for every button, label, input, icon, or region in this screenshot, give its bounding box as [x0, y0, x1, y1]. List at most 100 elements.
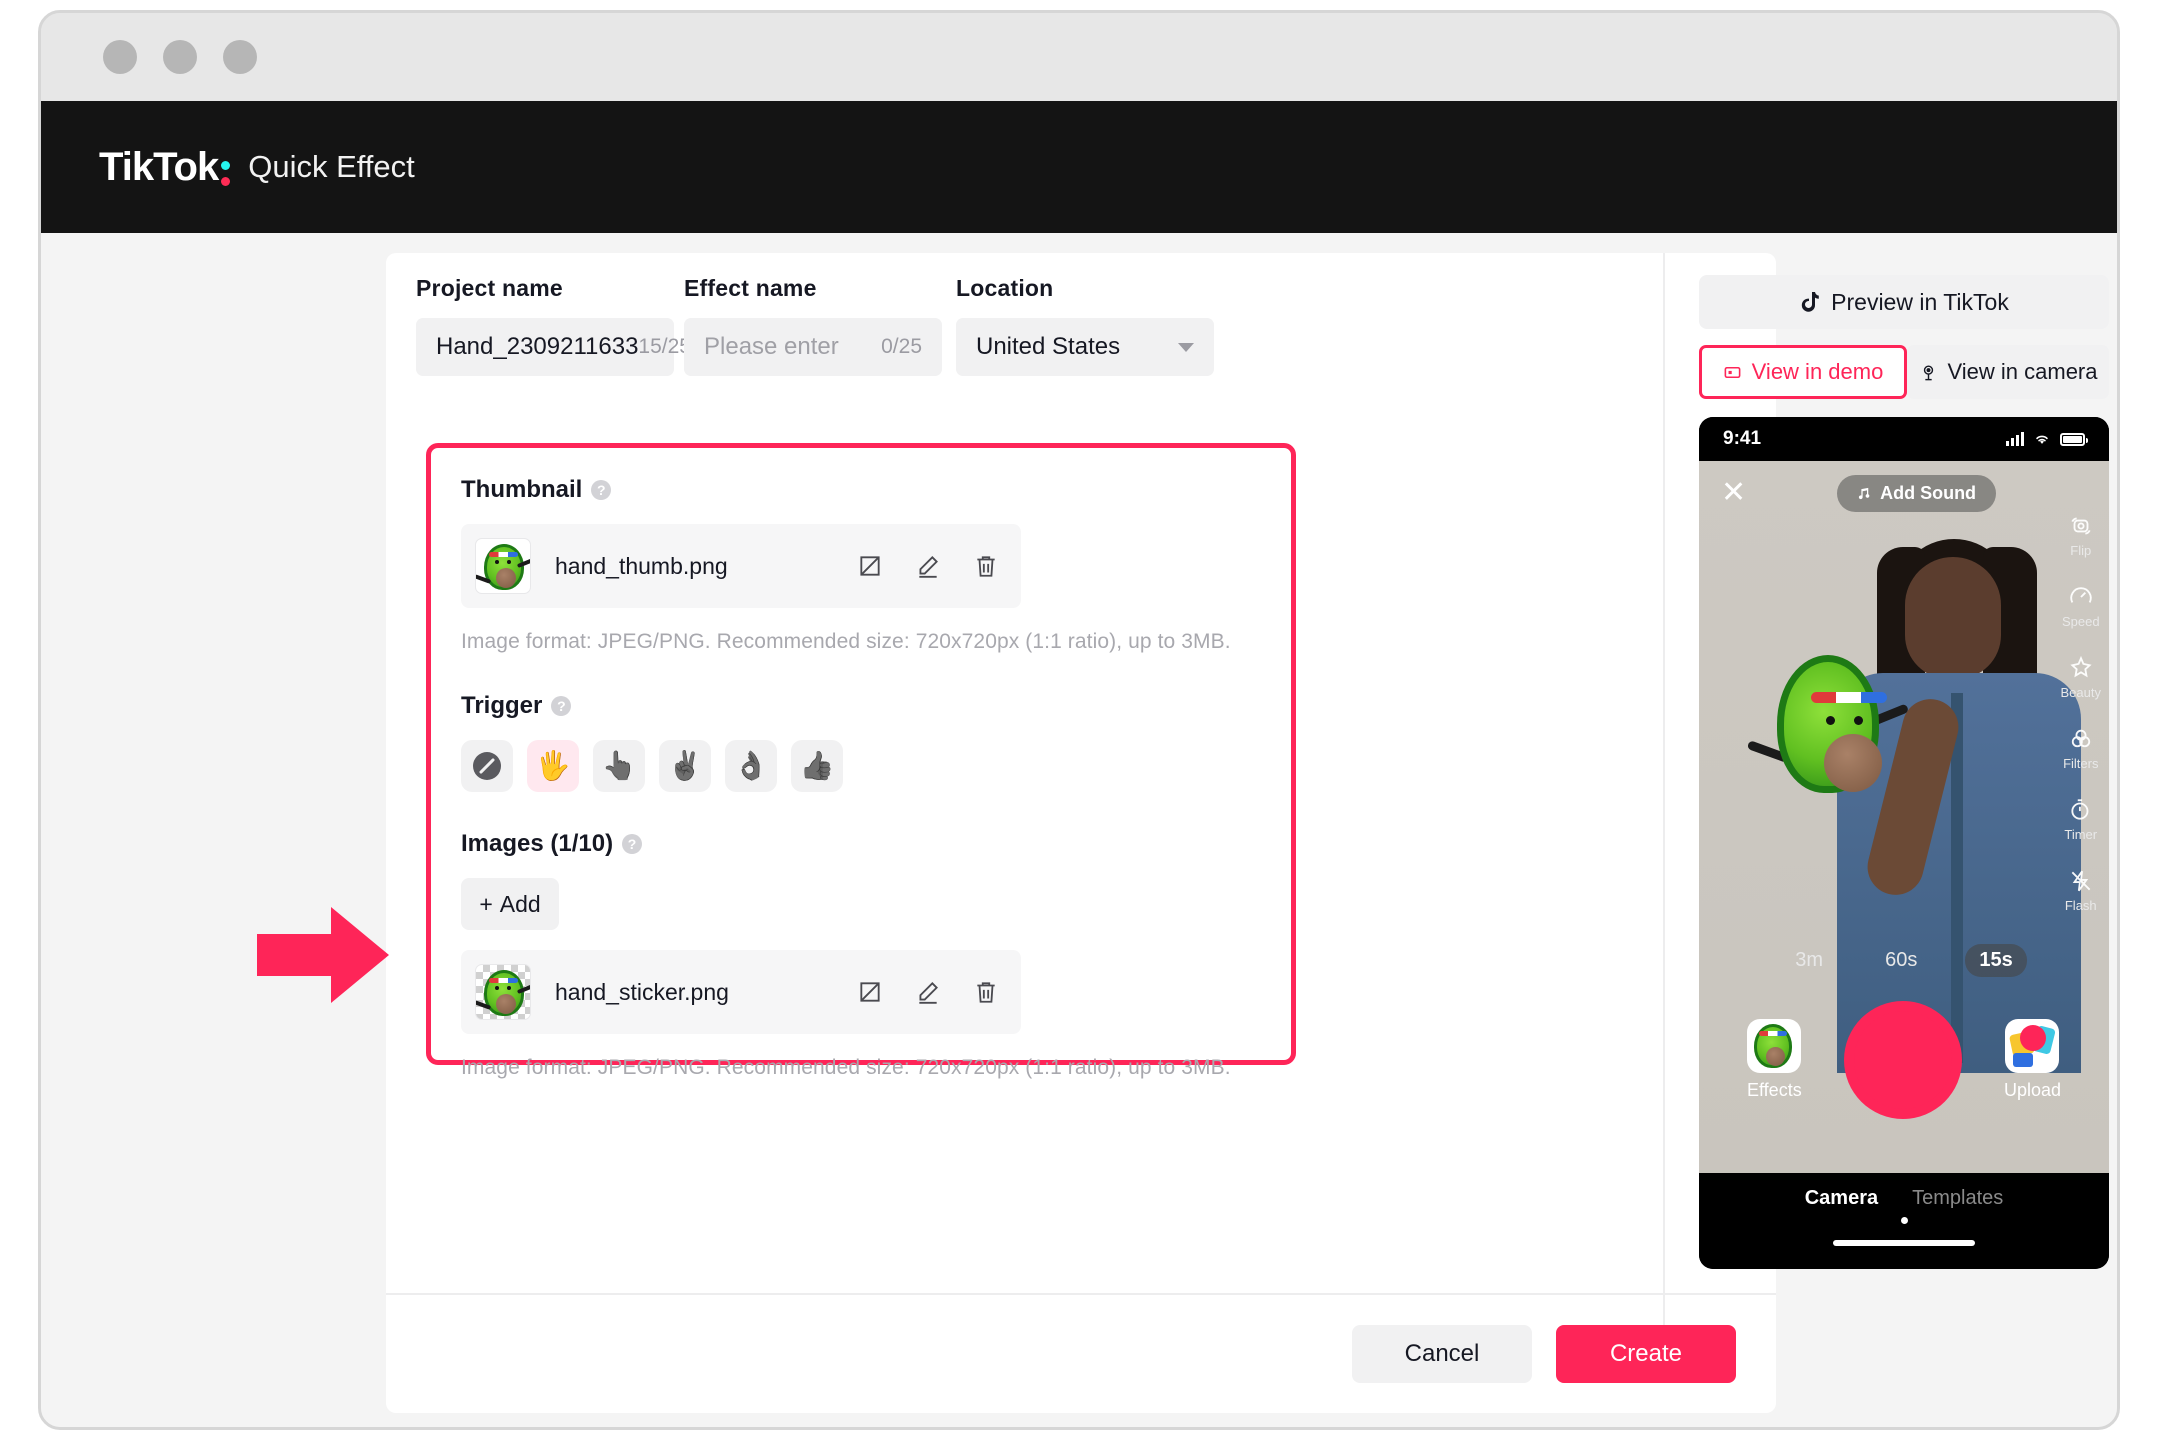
tiktok-note-icon: [1801, 292, 1819, 312]
tab-view-in-camera[interactable]: View in camera: [1907, 345, 2109, 399]
effect-name-input[interactable]: Please enter 0/25: [684, 318, 942, 376]
avocado-eye-left: [1826, 716, 1835, 725]
browser-window: TikTok Quick Effect Project name Hand_23…: [38, 10, 2120, 1430]
location-select[interactable]: United States: [956, 318, 1214, 376]
music-note-icon: [1858, 487, 1870, 499]
browser-titlebar: [41, 13, 2117, 101]
help-icon[interactable]: ?: [591, 480, 612, 500]
project-name-label: Project name: [416, 275, 563, 301]
edit-icon[interactable]: [915, 979, 941, 1005]
preview-in-tiktok-button[interactable]: Preview in TikTok: [1699, 275, 2109, 329]
window-maximize-button[interactable]: [223, 40, 257, 74]
bottom-tab-templates[interactable]: Templates: [1912, 1187, 2003, 1210]
avocado-body: [1777, 655, 1887, 793]
camera-viewfinder: ✕ Add Sound Flip Speed Beauty Filters Ti…: [1699, 461, 2109, 1173]
duration-option-3m[interactable]: 3m: [1781, 944, 1837, 977]
create-button[interactable]: Create: [1556, 1325, 1736, 1383]
thumbnail-preview-image: [475, 538, 531, 594]
flip-camera-icon: [2071, 517, 2091, 535]
cancel-button[interactable]: Cancel: [1352, 1325, 1532, 1383]
tool-beauty[interactable]: Beauty: [2061, 655, 2101, 700]
camera-controls: Effects Upload: [1699, 1001, 2109, 1119]
tool-filters[interactable]: Filters: [2063, 726, 2098, 771]
trigger-title: Trigger: [461, 692, 543, 719]
upload-button[interactable]: Upload: [2004, 1019, 2061, 1101]
edit-icon[interactable]: [915, 553, 941, 579]
camera-top-bar: ✕ Add Sound: [1699, 461, 2109, 525]
thumbnail-format-note: Image format: JPEG/PNG. Recommended size…: [461, 630, 1231, 653]
trigger-option-open-palm[interactable]: 🖐: [527, 740, 579, 792]
delete-icon[interactable]: [973, 553, 999, 579]
image-preview-thumbnail: [475, 964, 531, 1020]
effect-name-placeholder: Please enter: [704, 333, 839, 360]
tab-view-in-camera-label: View in camera: [1947, 359, 2098, 384]
phone-preview: 9:41 ✕ Add Sound Flip Speed Beauty Filte…: [1699, 417, 2109, 1269]
add-sound-button[interactable]: Add Sound: [1837, 474, 1997, 512]
trigger-option-none[interactable]: [461, 740, 513, 792]
window-close-button[interactable]: [103, 40, 137, 74]
app-subtitle: Quick Effect: [248, 149, 415, 184]
help-icon[interactable]: ?: [551, 696, 572, 716]
trigger-option-point-up[interactable]: 👆: [593, 740, 645, 792]
open-palm-icon: 🖐: [535, 750, 571, 781]
project-name-input[interactable]: Hand_2309211633 15/25: [416, 318, 691, 376]
camera-tools-sidebar: Flip Speed Beauty Filters Timer Flash: [2061, 513, 2101, 913]
duration-option-60s[interactable]: 60s: [1871, 944, 1931, 977]
effect-editor-card: Project name Hand_2309211633 15/25 Effec…: [386, 253, 2109, 1413]
tab-view-in-demo[interactable]: View in demo: [1699, 345, 1907, 399]
tool-flip[interactable]: Flip: [2068, 513, 2094, 558]
image-row-actions: [857, 979, 999, 1005]
trigger-option-thumbs-up[interactable]: 👍: [791, 740, 843, 792]
battery-icon: [2060, 432, 2088, 446]
project-name-group: Project name Hand_2309211633 15/25: [416, 275, 691, 376]
upload-art: [2009, 1025, 2057, 1067]
phone-bottom-tabs: Camera Templates: [1805, 1187, 2004, 1210]
duration-option-15s[interactable]: 15s: [1965, 944, 2027, 977]
avocado-eye-right: [1854, 716, 1863, 725]
add-sound-label: Add Sound: [1880, 482, 1977, 503]
thumbnail-file-row: hand_thumb.png: [461, 524, 1021, 608]
no-trigger-icon: [473, 752, 501, 780]
phone-status-bar: 9:41: [1699, 417, 2109, 461]
trigger-block: Trigger ? 🖐 👆 ✌ 👌 👍: [461, 692, 1271, 792]
trigger-option-victory[interactable]: ✌: [659, 740, 711, 792]
trigger-option-ok-sign[interactable]: 👌: [725, 740, 777, 792]
record-shutter-button[interactable]: [1843, 1001, 1962, 1119]
avocado-ar-sticker: [1746, 649, 1910, 799]
tool-speed[interactable]: Speed: [2062, 584, 2100, 629]
delete-icon[interactable]: [973, 979, 999, 1005]
tool-timer[interactable]: Timer: [2064, 797, 2097, 842]
person-head: [1905, 557, 2001, 679]
help-icon[interactable]: ?: [622, 834, 643, 854]
view-mode-toggle: View in demo View in camera: [1699, 345, 2109, 399]
crop-icon[interactable]: [857, 979, 883, 1005]
app-header: TikTok Quick Effect: [41, 101, 2117, 233]
add-image-label: Add: [499, 890, 541, 917]
add-image-button[interactable]: + Add: [461, 878, 559, 930]
thumbnail-title: Thumbnail: [461, 476, 583, 503]
tiktok-logo-text: TikTok: [99, 144, 219, 189]
crop-icon[interactable]: [857, 553, 883, 579]
window-minimize-button[interactable]: [163, 40, 197, 74]
upload-label: Upload: [2003, 1080, 2061, 1100]
images-title: Images (1/10): [461, 830, 614, 857]
location-value: United States: [976, 333, 1121, 360]
preview-in-tiktok-label: Preview in TikTok: [1831, 288, 2009, 315]
cellular-signal-icon: [2006, 432, 2024, 446]
tool-speed-label: Speed: [2061, 614, 2100, 629]
avocado-pit: [1824, 734, 1882, 792]
card-footer: Cancel Create: [386, 1293, 1776, 1413]
image-file-name: hand_sticker.png: [555, 978, 729, 1005]
effects-button[interactable]: Effects: [1747, 1019, 1802, 1101]
active-tab-indicator-dot: [1900, 1217, 1908, 1224]
thumbnail-file-name: hand_thumb.png: [555, 552, 728, 579]
upload-thumbnail: [2005, 1019, 2060, 1073]
close-icon[interactable]: ✕: [1721, 478, 1746, 508]
image-file-row: hand_sticker.png: [461, 950, 1021, 1034]
thumbs-up-icon: 👍: [799, 750, 835, 781]
project-name-value: Hand_2309211633: [436, 333, 639, 360]
bottom-tab-camera[interactable]: Camera: [1805, 1187, 1878, 1210]
tool-filters-label: Filters: [2063, 756, 2099, 771]
tool-flash[interactable]: Flash: [2065, 868, 2097, 913]
effects-label: Effects: [1747, 1080, 1802, 1100]
